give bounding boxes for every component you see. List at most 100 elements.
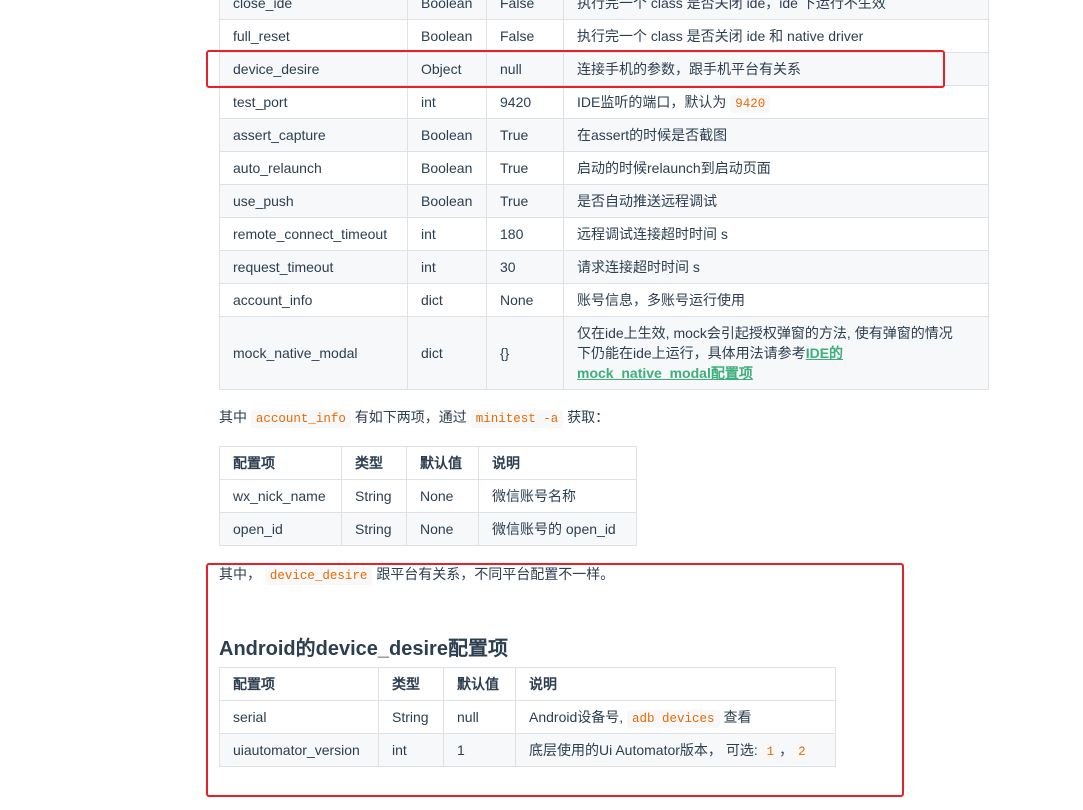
config-type: Boolean <box>407 19 487 53</box>
inline-code: device_desire <box>264 567 373 585</box>
config-type: dict <box>407 316 487 390</box>
config-name: use_push <box>219 184 408 218</box>
table-row: wx_nick_name String None 微信账号名称 <box>219 479 637 513</box>
para-text: 跟平台有关系，不同平台配置不一样。 <box>376 566 615 582</box>
config-name: mock_native_modal <box>219 316 408 390</box>
config-desc: 连接手机的参数，跟手机平台有关系 <box>563 52 989 86</box>
config-type: int <box>407 217 487 251</box>
config-name: account_info <box>219 283 408 317</box>
config-default: null <box>443 700 516 734</box>
config-default: False <box>486 0 564 20</box>
config-name: assert_capture <box>219 118 408 152</box>
config-default: 9420 <box>486 85 564 119</box>
column-header: 配置项 <box>219 446 342 480</box>
config-name: uiautomator_version <box>219 733 379 767</box>
config-desc: 请求连接超时时间 s <box>563 250 989 284</box>
table-row: auto_relaunch Boolean True 启动的时候relaunch… <box>219 151 989 185</box>
table-row: full_reset Boolean False 执行完一个 class 是否关… <box>219 19 989 53</box>
column-header: 默认值 <box>406 446 479 480</box>
config-default: {} <box>486 316 564 390</box>
config-desc: 账号信息，多账号运行使用 <box>563 283 989 317</box>
config-name: remote_connect_timeout <box>219 217 408 251</box>
config-type: Boolean <box>407 184 487 218</box>
table-row: close_ide Boolean False 执行完一个 class 是否关闭… <box>219 0 989 20</box>
column-header: 配置项 <box>219 667 379 701</box>
desc-text: 下仍能在ide上运行，具体用法请参考 <box>577 345 806 361</box>
config-name: full_reset <box>219 19 408 53</box>
config-default: None <box>406 512 479 546</box>
config-desc: 微信账号名称 <box>478 479 637 513</box>
config-desc: Android设备号, adb devices 查看 <box>515 700 836 734</box>
inline-code: 2 <box>793 743 811 761</box>
android-section-heading: Android的device_desire配置项 <box>219 638 508 660</box>
column-header: 说明 <box>515 667 836 701</box>
android-config-table: 配置项 类型 默认值 说明 serial String null Android… <box>219 667 836 767</box>
config-desc: 远程调试连接超时时间 s <box>563 217 989 251</box>
para-text: 有如下两项，通过 <box>354 409 467 425</box>
table-header-row: 配置项 类型 默认值 说明 <box>219 667 836 701</box>
config-desc: 微信账号的 open_id <box>478 512 637 546</box>
para-text: 其中， <box>219 566 261 582</box>
config-default: 30 <box>486 250 564 284</box>
config-default: 1 <box>443 733 516 767</box>
config-desc: 是否自动推送远程调试 <box>563 184 989 218</box>
desc-text: 查看 <box>723 709 752 725</box>
config-desc: 执行完一个 class 是否关闭 ide 和 native driver <box>563 19 989 53</box>
config-default: 180 <box>486 217 564 251</box>
config-type: String <box>341 479 407 513</box>
config-default: None <box>486 283 564 317</box>
config-desc: 底层使用的Ui Automator版本， 可选: 1， 2 <box>515 733 836 767</box>
config-desc: IDE监听的端口，默认为 9420 <box>563 85 989 119</box>
config-type: Boolean <box>407 118 487 152</box>
column-header: 默认值 <box>443 667 516 701</box>
desc-text: ， <box>779 742 794 758</box>
inline-code: minitest -a <box>470 410 564 428</box>
inline-code: 9420 <box>730 95 771 113</box>
config-type: dict <box>407 283 487 317</box>
config-desc: 在assert的时候是否截图 <box>563 118 989 152</box>
config-type: String <box>341 512 407 546</box>
config-type: Object <box>407 52 487 86</box>
table-row: request_timeout int 30 请求连接超时时间 s <box>219 250 989 284</box>
desc-line: 仅在ide上生效, mock会引起授权弹窗的方法, 使有弹窗的情况 <box>577 325 953 341</box>
config-name: device_desire <box>219 52 408 86</box>
config-name: serial <box>219 700 379 734</box>
table-row: serial String null Android设备号, adb devic… <box>219 700 836 734</box>
config-type: int <box>407 250 487 284</box>
config-default: null <box>486 52 564 86</box>
inline-code: adb devices <box>627 710 720 728</box>
desc-line: 下仍能在ide上运行，具体用法请参考IDE的 mock_native_modal… <box>577 343 962 383</box>
inline-code: account_info <box>250 410 351 428</box>
device-desire-paragraph: 其中， device_desire 跟平台有关系，不同平台配置不一样。 <box>219 563 614 587</box>
config-name: auto_relaunch <box>219 151 408 185</box>
column-header: 类型 <box>378 667 444 701</box>
config-type: Boolean <box>407 151 487 185</box>
config-desc: 启动的时候relaunch到启动页面 <box>563 151 989 185</box>
config-type: int <box>407 85 487 119</box>
config-name: wx_nick_name <box>219 479 342 513</box>
table-row: uiautomator_version int 1 底层使用的Ui Automa… <box>219 733 836 767</box>
column-header: 类型 <box>341 446 407 480</box>
config-name: open_id <box>219 512 342 546</box>
table-row: mock_native_modal dict {} 仅在ide上生效, mock… <box>219 316 989 390</box>
config-default: None <box>406 479 479 513</box>
table-row: device_desire Object null 连接手机的参数，跟手机平台有… <box>219 52 989 86</box>
para-text: 其中 <box>219 409 247 425</box>
config-default: False <box>486 19 564 53</box>
config-desc: 仅在ide上生效, mock会引起授权弹窗的方法, 使有弹窗的情况 下仍能在id… <box>563 316 989 390</box>
table-row: use_push Boolean True 是否自动推送远程调试 <box>219 184 989 218</box>
config-type: Boolean <box>407 0 487 20</box>
column-header: 说明 <box>478 446 637 480</box>
config-type: int <box>378 733 444 767</box>
para-text: 获取： <box>567 409 610 425</box>
desc-text: IDE监听的端口，默认为 <box>577 94 727 110</box>
account-info-paragraph: 其中 account_info 有如下两项，通过 minitest -a 获取： <box>219 406 609 430</box>
config-desc: 执行完一个 class 是否关闭 ide，ide 下运行不生效 <box>563 0 989 20</box>
inline-code: 1 <box>761 743 780 761</box>
table-header-row: 配置项 类型 默认值 说明 <box>219 446 637 480</box>
config-table: close_ide Boolean False 执行完一个 class 是否关闭… <box>219 0 989 390</box>
table-row: open_id String None 微信账号的 open_id <box>219 512 637 546</box>
config-type: String <box>378 700 444 734</box>
config-name: close_ide <box>219 0 408 20</box>
config-default: True <box>486 118 564 152</box>
